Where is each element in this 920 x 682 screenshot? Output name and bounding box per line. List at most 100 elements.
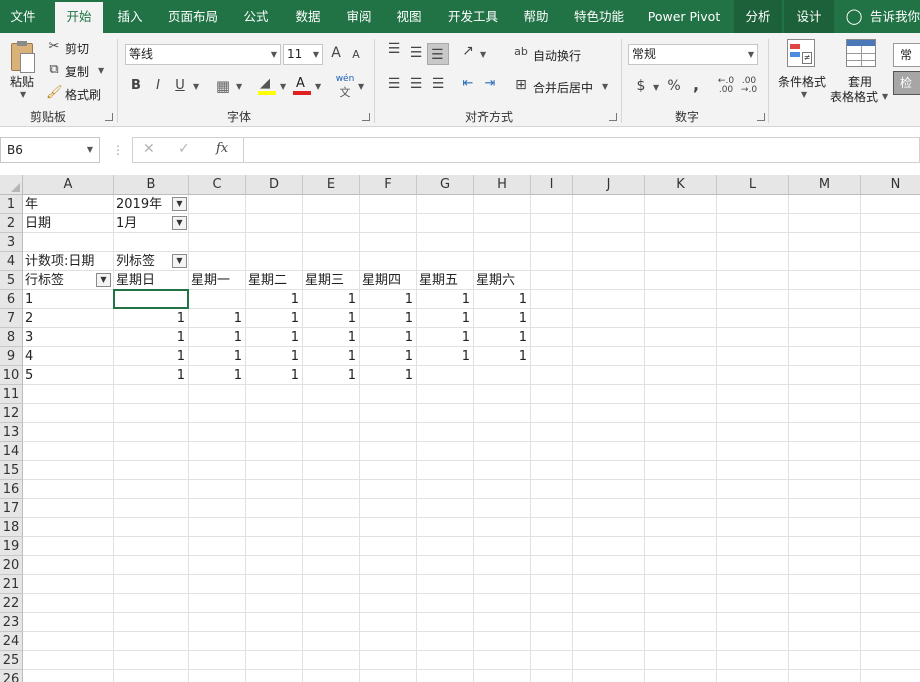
font-color-button[interactable]: A bbox=[293, 76, 311, 96]
pivot-value-cell[interactable]: 1 bbox=[305, 328, 360, 347]
row-header-11[interactable]: 11 bbox=[0, 385, 23, 404]
pivot-value-cell[interactable]: 1 bbox=[362, 309, 417, 328]
phonetic-guide-button[interactable]: wén bbox=[335, 74, 355, 84]
table-format-dropdown-icon[interactable]: ▼ bbox=[882, 92, 888, 101]
tab-insert[interactable]: 插入 bbox=[110, 0, 150, 33]
pivot-row-label[interactable]: 4 bbox=[25, 347, 114, 366]
pivot-value-cell[interactable]: 1 bbox=[305, 309, 360, 328]
align-left-icon[interactable]: ☰ bbox=[385, 76, 403, 92]
row-header-8[interactable]: 8 bbox=[0, 328, 23, 347]
align-center-icon[interactable]: ☰ bbox=[407, 76, 425, 92]
pivot-value-cell[interactable]: 1 bbox=[305, 290, 360, 309]
row-header-21[interactable]: 21 bbox=[0, 575, 23, 594]
clipboard-launcher-icon[interactable] bbox=[105, 113, 113, 121]
pivot-value-cell[interactable]: 1 bbox=[116, 347, 189, 366]
paste-icon[interactable] bbox=[8, 41, 38, 75]
row-header-22[interactable]: 22 bbox=[0, 594, 23, 613]
column-header-k[interactable]: K bbox=[645, 175, 717, 195]
row-header-15[interactable]: 15 bbox=[0, 461, 23, 480]
pivot-column-header[interactable]: 星期五 bbox=[419, 271, 474, 290]
tab-data[interactable]: 数据 bbox=[288, 0, 328, 33]
pivot-row-label[interactable]: 2 bbox=[25, 309, 114, 328]
font-size-select[interactable]: 11 ▼ bbox=[283, 44, 323, 65]
merge-center-button[interactable]: 合并后居中 bbox=[533, 79, 593, 96]
column-header-j[interactable]: J bbox=[573, 175, 645, 195]
pivot-value-cell[interactable]: 1 bbox=[248, 309, 303, 328]
row-header-18[interactable]: 18 bbox=[0, 518, 23, 537]
formula-input[interactable] bbox=[244, 137, 920, 163]
column-header-a[interactable]: A bbox=[23, 175, 114, 195]
row-header-6[interactable]: 6 bbox=[0, 290, 23, 309]
row-header-3[interactable]: 3 bbox=[0, 233, 23, 252]
font-launcher-icon[interactable] bbox=[362, 113, 370, 121]
pivot-column-header[interactable]: 星期一 bbox=[191, 271, 246, 290]
orientation-dropdown-icon[interactable]: ▼ bbox=[480, 50, 486, 59]
paste-dropdown-icon[interactable]: ▼ bbox=[20, 90, 26, 99]
cell-style-check[interactable]: 检查 bbox=[893, 71, 920, 95]
row-header-1[interactable]: 1 bbox=[0, 195, 23, 214]
fill-color-dropdown-icon[interactable]: ▼ bbox=[280, 82, 286, 91]
column-header-n[interactable]: N bbox=[861, 175, 920, 195]
copy-button[interactable]: 复制 bbox=[65, 63, 89, 80]
underline-button[interactable]: U bbox=[172, 78, 188, 93]
pivot-value-cell[interactable] bbox=[419, 366, 474, 385]
underline-dropdown-icon[interactable]: ▼ bbox=[193, 82, 199, 91]
pivot-value-cell[interactable]: 1 bbox=[362, 347, 417, 366]
tab-special-features[interactable]: 特色功能 bbox=[568, 0, 630, 33]
pivot-value-cell[interactable]: 1 bbox=[248, 290, 303, 309]
pivot-value-cell[interactable]: 1 bbox=[305, 347, 360, 366]
tab-pivot-design[interactable]: 设计 bbox=[784, 0, 834, 33]
pivot-value-cell[interactable]: 1 bbox=[248, 347, 303, 366]
column-header-c[interactable]: C bbox=[189, 175, 246, 195]
pivot-value-cell[interactable]: 1 bbox=[476, 347, 531, 366]
tab-view[interactable]: 视图 bbox=[389, 0, 429, 33]
format-painter-button[interactable]: 格式刷 bbox=[65, 86, 101, 103]
tab-review[interactable]: 审阅 bbox=[339, 0, 379, 33]
row-header-7[interactable]: 7 bbox=[0, 309, 23, 328]
column-header-h[interactable]: H bbox=[474, 175, 531, 195]
pivot-value-cell[interactable]: 1 bbox=[362, 366, 417, 385]
shrink-font-button[interactable]: A bbox=[349, 48, 363, 61]
paste-button[interactable]: 粘贴 bbox=[10, 73, 34, 90]
column-header-b[interactable]: B bbox=[114, 175, 189, 195]
insert-function-button[interactable]: fx bbox=[216, 141, 228, 156]
number-launcher-icon[interactable] bbox=[757, 113, 765, 121]
row-header-14[interactable]: 14 bbox=[0, 442, 23, 461]
tab-file[interactable]: 文件 bbox=[0, 0, 46, 33]
fill-color-button[interactable]: ◢ bbox=[258, 76, 276, 96]
row-header-10[interactable]: 10 bbox=[0, 366, 23, 385]
pivot-column-header[interactable]: 星期日 bbox=[116, 271, 189, 290]
table-format-button[interactable]: 表格格式 bbox=[830, 88, 878, 105]
tell-me-search[interactable]: 告诉我你 bbox=[870, 0, 920, 33]
column-header-m[interactable]: M bbox=[789, 175, 861, 195]
row-header-5[interactable]: 5 bbox=[0, 271, 23, 290]
filter-dropdown-icon[interactable]: ▼ bbox=[172, 197, 187, 211]
pivot-value-cell[interactable] bbox=[116, 290, 189, 309]
pivot-column-header[interactable]: 星期三 bbox=[305, 271, 360, 290]
tab-help[interactable]: 帮助 bbox=[516, 0, 556, 33]
pivot-row-label[interactable]: 5 bbox=[25, 366, 114, 385]
row-header-2[interactable]: 2 bbox=[0, 214, 23, 233]
currency-dropdown-icon[interactable]: ▼ bbox=[653, 83, 659, 92]
pivot-column-header[interactable]: 星期四 bbox=[362, 271, 417, 290]
pivot-value-cell[interactable]: 1 bbox=[419, 328, 474, 347]
decrease-indent-icon[interactable]: ⇤ bbox=[459, 76, 477, 91]
row-header-19[interactable]: 19 bbox=[0, 537, 23, 556]
pivot-value-cell[interactable]: 1 bbox=[419, 347, 474, 366]
pivot-value-cell[interactable]: 1 bbox=[419, 309, 474, 328]
filter-dropdown-icon[interactable]: ▼ bbox=[172, 216, 187, 230]
row-header-23[interactable]: 23 bbox=[0, 613, 23, 632]
font-color-dropdown-icon[interactable]: ▼ bbox=[315, 82, 321, 91]
column-header-g[interactable]: G bbox=[417, 175, 474, 195]
pivot-value-cell[interactable]: 1 bbox=[248, 328, 303, 347]
font-name-select[interactable]: 等线 ▼ bbox=[125, 44, 281, 65]
merge-dropdown-icon[interactable]: ▼ bbox=[602, 82, 608, 91]
pivot-value-cell[interactable] bbox=[191, 290, 246, 309]
tab-home[interactable]: 开始 bbox=[55, 2, 103, 33]
pivot-value-cell[interactable]: 1 bbox=[116, 366, 189, 385]
pivot-value-cell[interactable]: 1 bbox=[476, 290, 531, 309]
border-icon[interactable]: ▦ bbox=[214, 77, 232, 95]
percent-button[interactable]: % bbox=[667, 78, 681, 94]
pivot-value-cell[interactable]: 1 bbox=[305, 366, 360, 385]
number-format-select[interactable]: 常规 ▼ bbox=[628, 44, 758, 65]
